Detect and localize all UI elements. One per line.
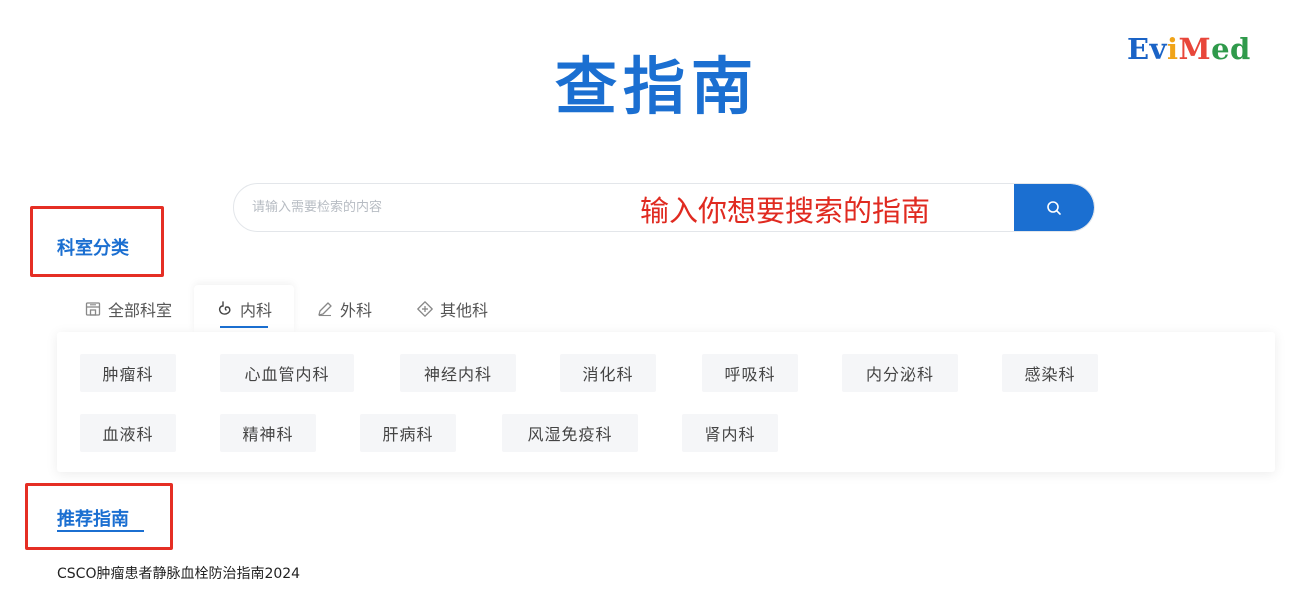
stomach-icon <box>218 300 231 315</box>
tab-surgery[interactable]: 外科 <box>294 285 394 332</box>
tab-label: 其他科 <box>440 300 489 320</box>
tab-label: 全部科室 <box>108 300 173 320</box>
department-chip-respiratory[interactable]: 呼吸科 <box>702 354 798 392</box>
recommended-guideline-link[interactable]: CSCO肿瘤患者静脉血栓防治指南2024 <box>57 563 300 583</box>
search-icon <box>1047 200 1061 215</box>
department-chip-gastroenterology[interactable]: 消化科 <box>560 354 656 392</box>
department-chip-oncology[interactable]: 肿瘤科 <box>80 354 176 392</box>
highlight-box-recommended <box>25 483 173 550</box>
department-chip-infectious[interactable]: 感染科 <box>1002 354 1098 392</box>
active-tab-indicator <box>220 326 269 328</box>
department-tabs: 全部科室 内科 外科 其他科 <box>62 285 510 332</box>
diamond-plus-icon <box>417 300 433 317</box>
search-button[interactable] <box>1014 184 1094 231</box>
tab-other-departments[interactable]: 其他科 <box>394 285 510 332</box>
search-annotation: 输入你想要搜索的指南 <box>640 194 931 228</box>
scalpel-icon <box>318 301 332 316</box>
tab-label: 外科 <box>340 300 373 320</box>
highlight-box-department <box>30 206 164 277</box>
page-title: 查指南 <box>554 50 759 123</box>
building-icon <box>85 301 101 316</box>
department-chip-endocrinology[interactable]: 内分泌科 <box>842 354 958 392</box>
department-chip-cardiology[interactable]: 心血管内科 <box>220 354 354 392</box>
department-chip-rheumatology[interactable]: 风湿免疫科 <box>502 414 638 452</box>
department-chip-nephrology[interactable]: 肾内科 <box>682 414 778 452</box>
department-panel: 肿瘤科 心血管内科 神经内科 消化科 呼吸科 内分泌科 感染科 血液科 精神科 … <box>57 332 1275 472</box>
tab-label: 内科 <box>240 300 273 320</box>
department-chip-psychiatry[interactable]: 精神科 <box>220 414 316 452</box>
tab-all-departments[interactable]: 全部科室 <box>62 285 194 332</box>
department-chip-hematology[interactable]: 血液科 <box>80 414 176 452</box>
department-chip-neurology[interactable]: 神经内科 <box>400 354 516 392</box>
department-chip-hepatology[interactable]: 肝病科 <box>360 414 456 452</box>
tab-internal-medicine[interactable]: 内科 <box>194 285 295 332</box>
